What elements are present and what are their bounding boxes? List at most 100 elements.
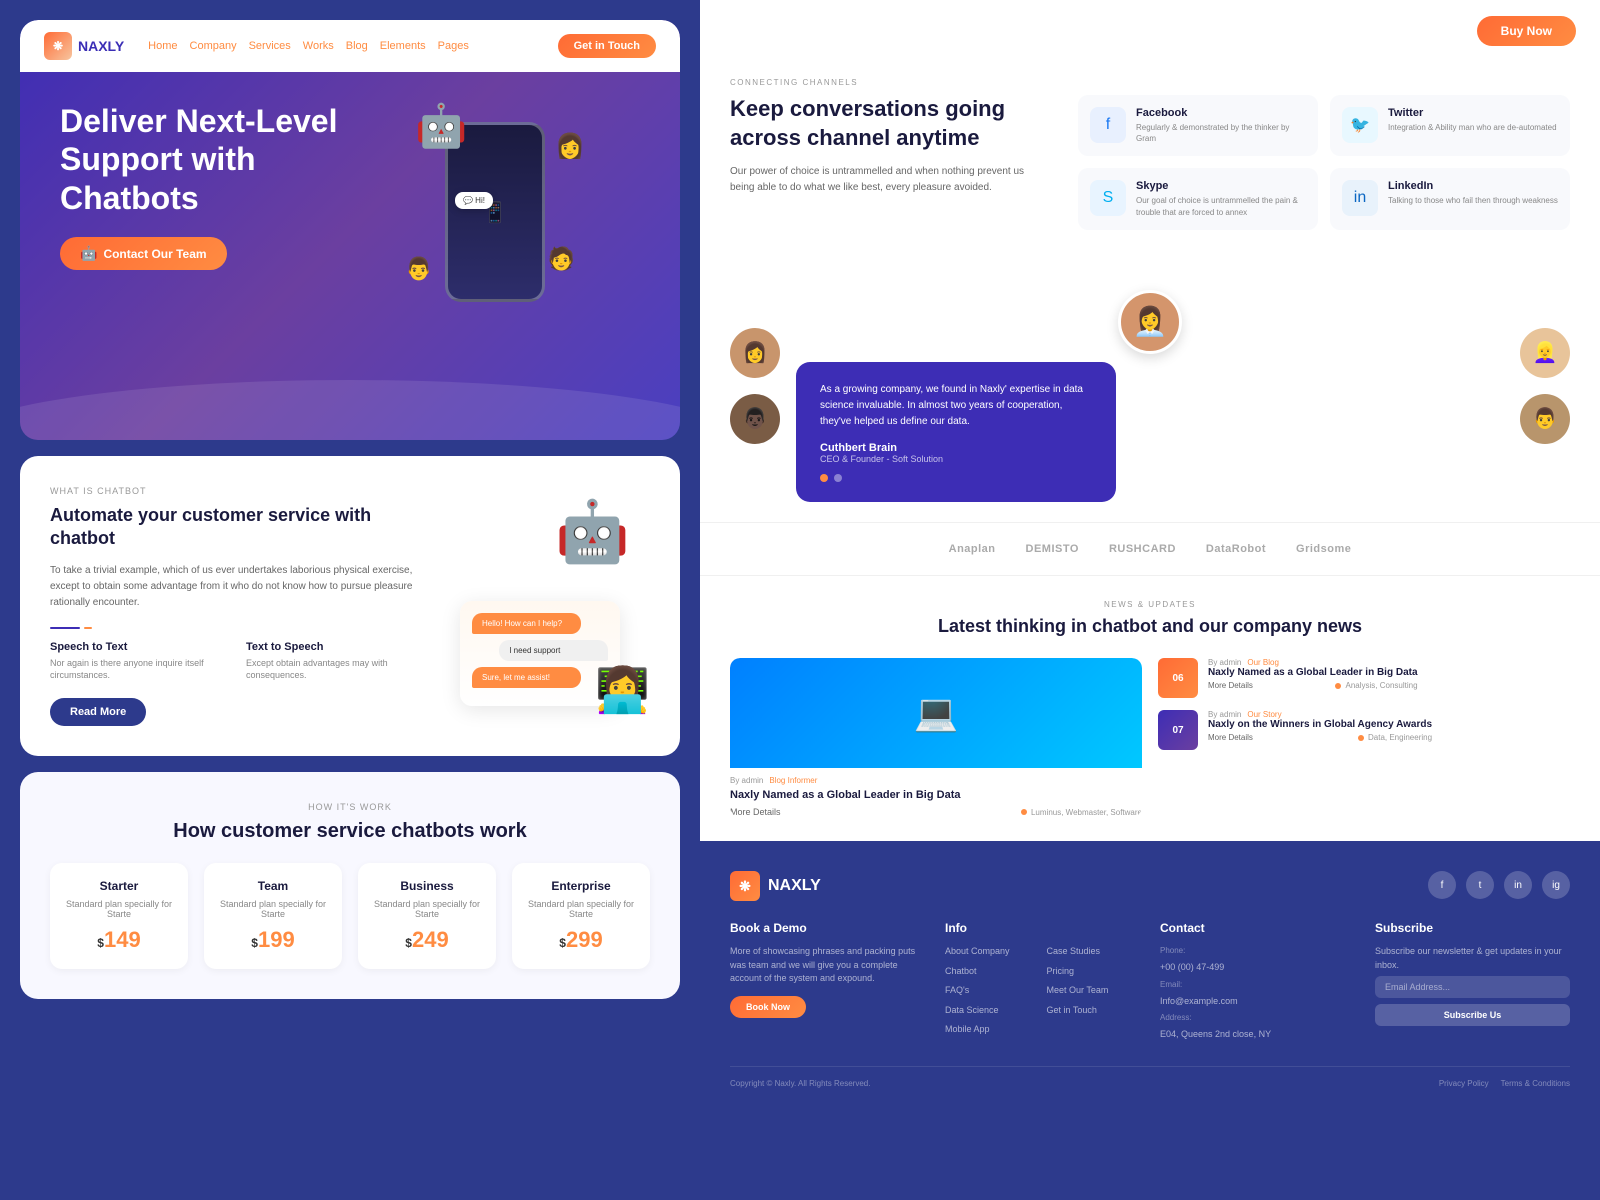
footer-legal-links[interactable]: Privacy Policy Terms & Conditions xyxy=(1439,1079,1570,1088)
chatbot-section: WHAT IS CHATBOT Automate your customer s… xyxy=(20,456,680,756)
footer-email: Info@example.com xyxy=(1160,995,1355,1009)
chatbot-illustration: 🤖 Hello! How can I help? I need support … xyxy=(450,486,650,726)
news-content-1: By admin Our Blog Naxly Named as a Globa… xyxy=(1208,658,1418,690)
nav-company[interactable]: Company xyxy=(190,40,237,52)
hero-cta-button[interactable]: 🤖 Contact Our Team xyxy=(60,237,227,270)
how-section-title: How customer service chatbots work xyxy=(50,820,650,843)
nav-cta-button[interactable]: Get in Touch xyxy=(558,34,656,58)
avatar-1: 👩 xyxy=(730,328,780,378)
privacy-policy-link[interactable]: Privacy Policy xyxy=(1439,1079,1489,1088)
testimonial-card: As a growing company, we found in Naxly'… xyxy=(796,362,1116,502)
footer-link-about[interactable]: About Company xyxy=(945,945,1039,959)
news-title: Latest thinking in chatbot and our compa… xyxy=(730,615,1570,638)
news-meta-2: By admin Our Story xyxy=(1208,710,1432,719)
read-more-button[interactable]: Read More xyxy=(50,698,146,726)
pricing-business: Business Standard plan specially for Sta… xyxy=(358,863,496,969)
feature-text-to-speech: Text to Speech Except obtain advantages … xyxy=(246,641,430,682)
footer-social[interactable]: f t in ig xyxy=(1428,871,1570,899)
how-it-works-section: HOW IT'S WORK How customer service chatb… xyxy=(20,772,680,999)
nav-works[interactable]: Works xyxy=(303,40,334,52)
footer-col-subscribe: Subscribe Subscribe our newsletter & get… xyxy=(1375,921,1570,1046)
footer-link-case[interactable]: Case Studies xyxy=(1047,945,1141,959)
channels-left-content: Keep conversations going across channel … xyxy=(730,95,1058,230)
channels-layout: Keep conversations going across channel … xyxy=(730,95,1570,230)
footer-link-faq[interactable]: FAQ's xyxy=(945,984,1039,998)
footer-link-chatbot[interactable]: Chatbot xyxy=(945,965,1039,979)
pricing-grid: Starter Standard plan specially for Star… xyxy=(50,863,650,969)
news-thumb-1: 06 xyxy=(1158,658,1198,698)
logo-icon: ❋ xyxy=(44,32,72,60)
feature-grid: Speech to Text Nor again is there anyone… xyxy=(50,641,430,682)
email-input[interactable] xyxy=(1375,976,1570,998)
channels-label: CONNECTING CHANNELS xyxy=(730,78,1570,87)
news-admin-label: By admin xyxy=(730,776,763,785)
twitter-icon: 🐦 xyxy=(1342,107,1378,143)
news-list: 06 By admin Our Blog Naxly Named as a Gl… xyxy=(1158,658,1570,817)
news-tag-badge-1: Analysis, Consulting xyxy=(1335,681,1417,690)
buy-now-button[interactable]: Buy Now xyxy=(1477,16,1576,46)
brand-anaplan: Anaplan xyxy=(949,543,996,555)
social-instagram[interactable]: ig xyxy=(1542,871,1570,899)
subscribe-button[interactable]: Subscribe Us xyxy=(1375,1004,1570,1026)
news-featured-link[interactable]: More Details xyxy=(730,807,781,817)
channel-linkedin: in LinkedIn Talking to those who fail th… xyxy=(1330,168,1570,229)
left-column: ❋ NAXLY Home Company Services Works Blog… xyxy=(0,0,700,1118)
news-tag-badge-2: Data, Engineering xyxy=(1358,733,1432,742)
linkedin-icon: in xyxy=(1342,180,1378,216)
footer: ❋ NAXLY f t in ig Book a Demo More of sh… xyxy=(700,841,1600,1118)
news-category-label: Blog Informer xyxy=(769,776,817,785)
footer-link-meet-team[interactable]: Data Science xyxy=(945,1004,1039,1018)
nav-blog[interactable]: Blog xyxy=(346,40,368,52)
news-meta-1: By admin Our Blog xyxy=(1208,658,1418,667)
book-demo-button[interactable]: Book Now xyxy=(730,996,806,1018)
hero-illustration: 📱 🤖 👩 🧑 👨 💬 Hi! xyxy=(350,102,640,302)
news-item-2: 07 By admin Our Story Naxly on the Winne… xyxy=(1158,710,1570,750)
dot-2[interactable] xyxy=(834,474,842,482)
chatbot-text-content: WHAT IS CHATBOT Automate your customer s… xyxy=(50,486,430,726)
pricing-team: Team Standard plan specially for Starte … xyxy=(204,863,342,969)
footer-logo: ❋ NAXLY xyxy=(730,871,821,901)
nav-elements[interactable]: Elements xyxy=(380,40,426,52)
footer-subscribe-desc: Subscribe our newsletter & get updates i… xyxy=(1375,945,1570,972)
how-section-label: HOW IT'S WORK xyxy=(50,802,650,812)
brand-name: NAXLY xyxy=(78,38,124,54)
hero-content: Deliver Next-Level Support with Chatbots… xyxy=(20,72,680,332)
footer-copyright: Copyright © Naxly. All Rights Reserved. xyxy=(730,1079,870,1088)
news-section: NEWS & UPDATES Latest thinking in chatbo… xyxy=(700,576,1600,841)
footer-link-data-science[interactable]: Get in Touch xyxy=(1047,1004,1141,1018)
dot-1[interactable] xyxy=(820,474,828,482)
footer-columns: Book a Demo More of showcasing phrases a… xyxy=(730,921,1570,1046)
avatar-3: 👱‍♀️ xyxy=(1520,328,1570,378)
footer-link-get-in-touch[interactable]: Meet Our Team xyxy=(1047,984,1141,998)
hero-text: Deliver Next-Level Support with Chatbots… xyxy=(60,102,350,302)
testimonial-dots xyxy=(820,474,1092,482)
footer-logo-icon: ❋ xyxy=(730,871,760,901)
nav-pages[interactable]: Pages xyxy=(438,40,469,52)
subscribe-form: Subscribe Us xyxy=(1375,976,1570,1026)
avatar-4: 👨 xyxy=(1520,394,1570,444)
footer-link-mobile-app[interactable]: Mobile App xyxy=(945,1023,1039,1037)
hero-title: Deliver Next-Level Support with Chatbots xyxy=(60,102,350,217)
linkedin-info: LinkedIn Talking to those who fail then … xyxy=(1388,180,1558,206)
brand-datarobot: DataRobot xyxy=(1206,543,1266,555)
terms-link[interactable]: Terms & Conditions xyxy=(1501,1079,1570,1088)
social-linkedin[interactable]: in xyxy=(1504,871,1532,899)
brand-gridsome: Gridsome xyxy=(1296,543,1351,555)
chatbot-description: To take a trivial example, which of us e… xyxy=(50,563,430,611)
social-twitter[interactable]: t xyxy=(1466,871,1494,899)
nav-services[interactable]: Services xyxy=(249,40,291,52)
avatar-2: 👨🏿 xyxy=(730,394,780,444)
social-facebook[interactable]: f xyxy=(1428,871,1456,899)
testimonial-inner: 👩 👨🏿 👩‍💼 As a growing company, we found … xyxy=(730,270,1570,502)
brand-demisto: DEMISTO xyxy=(1026,543,1079,555)
news-featured-tags: Luminus, Webmaster, Software xyxy=(1021,808,1142,817)
testimonial-section: 👩 👨🏿 👩‍💼 As a growing company, we found … xyxy=(700,250,1600,522)
news-tag-dot xyxy=(1021,809,1027,815)
nav-logo: ❋ NAXLY xyxy=(44,32,124,60)
nav-home[interactable]: Home xyxy=(148,40,177,52)
skype-info: Skype Our goal of choice is untrammelled… xyxy=(1136,180,1306,217)
hero-cta-label: Contact Our Team xyxy=(103,247,206,261)
nav-links[interactable]: Home Company Services Works Blog Element… xyxy=(148,40,469,52)
footer-link-pricing[interactable]: Pricing xyxy=(1047,965,1141,979)
footer-brand-name: NAXLY xyxy=(768,877,821,895)
